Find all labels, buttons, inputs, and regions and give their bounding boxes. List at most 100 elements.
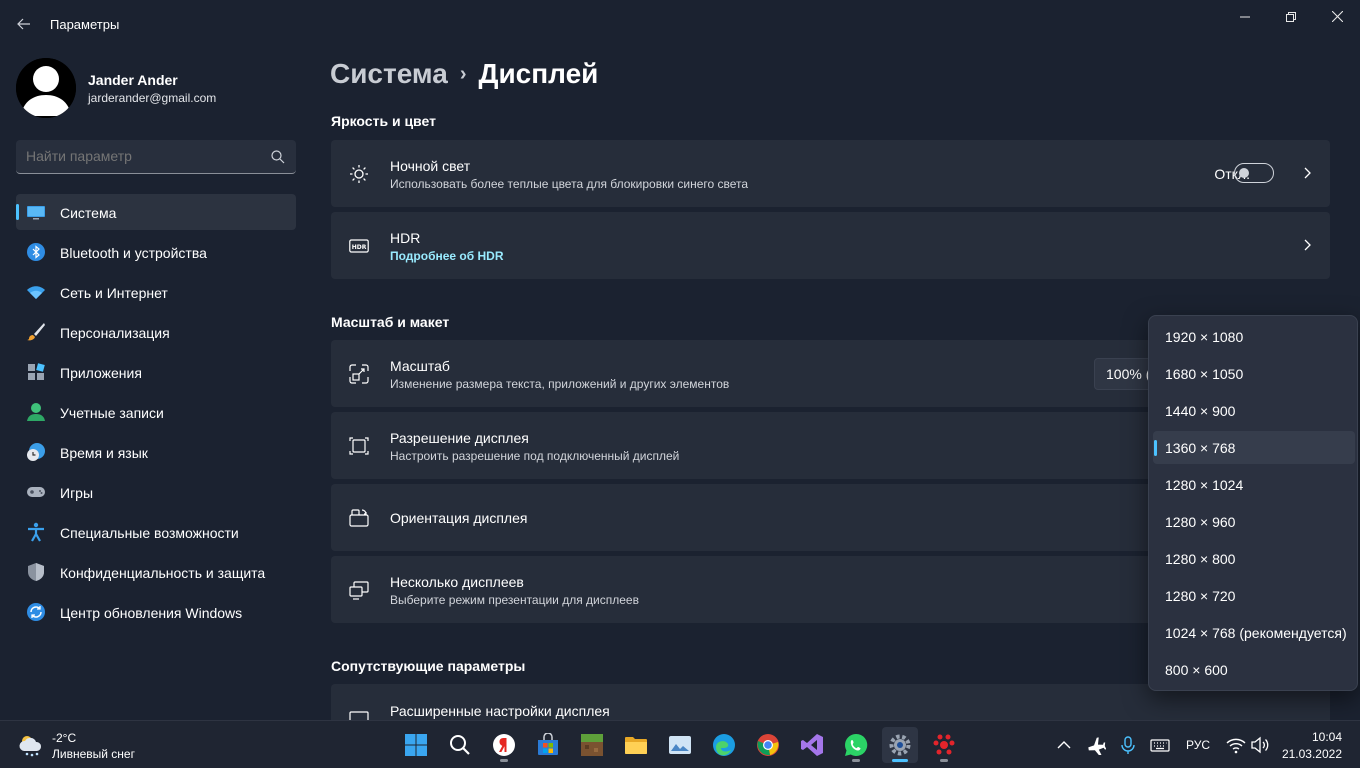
- sidebar-item-personalization[interactable]: Персонализация: [16, 314, 296, 350]
- sidebar-item-label: Время и язык: [60, 445, 148, 461]
- sidebar-item-accessibility[interactable]: Специальные возможности: [16, 514, 296, 550]
- orientation-icon: [349, 509, 369, 527]
- hdr-learn-more-link[interactable]: Подробнее об HDR: [390, 249, 504, 263]
- keyboard-icon[interactable]: [1150, 735, 1170, 755]
- microphone-icon[interactable]: [1118, 735, 1138, 755]
- scale-icon: [349, 364, 369, 384]
- maximize-button[interactable]: [1268, 4, 1314, 30]
- search-box[interactable]: [16, 140, 296, 174]
- taskbar-app-yandex[interactable]: [486, 727, 522, 763]
- resolution-option-label: 1680 × 1050: [1165, 366, 1244, 382]
- resolution-option[interactable]: 800 × 600: [1153, 653, 1355, 686]
- wifi-icon[interactable]: [1226, 735, 1246, 755]
- breadcrumb: Система › Дисплей: [330, 58, 598, 90]
- sidebar-item-network[interactable]: Сеть и Интернет: [16, 274, 296, 310]
- red-dots-app-icon: [933, 734, 955, 755]
- visual-studio-icon: [801, 734, 823, 756]
- close-button[interactable]: [1314, 4, 1360, 30]
- resolution-option[interactable]: 1680 × 1050: [1153, 357, 1355, 390]
- wifi-icon: [27, 286, 45, 299]
- resolution-option[interactable]: 1920 × 1080: [1153, 320, 1355, 353]
- sidebar-item-time-language[interactable]: Время и язык: [16, 434, 296, 470]
- taskbar: -2°C Ливневый снег РУС 10:04 21.03.2022: [0, 720, 1360, 768]
- taskbar-app-store[interactable]: [530, 727, 566, 763]
- sidebar-item-privacy[interactable]: Конфиденциальность и защита: [16, 554, 296, 590]
- resolution-option-label: 1280 × 800: [1165, 551, 1236, 567]
- multiple-displays-icon: [349, 581, 369, 600]
- resolution-option[interactable]: 1024 × 768 (рекомендуется): [1153, 616, 1355, 649]
- resolution-icon: [349, 437, 369, 455]
- night-light-subtitle: Использовать более теплые цвета для блок…: [390, 177, 749, 191]
- folder-icon: [625, 737, 647, 754]
- sidebar-item-apps[interactable]: Приложения: [16, 354, 296, 390]
- user-profile[interactable]: Jander Ander jarderander@gmail.com: [16, 58, 296, 118]
- sidebar-item-accounts[interactable]: Учетные записи: [16, 394, 296, 430]
- resolution-option-label: 1360 × 768: [1165, 440, 1236, 456]
- shield-icon: [28, 563, 44, 581]
- chevron-up-icon[interactable]: [1054, 735, 1074, 755]
- microsoft-store-icon: [538, 733, 558, 755]
- monitor-icon: [27, 206, 45, 220]
- edge-icon: [713, 734, 735, 756]
- minimize-button[interactable]: [1222, 4, 1268, 30]
- resolution-option-label: 1280 × 960: [1165, 514, 1236, 530]
- chevron-right-icon[interactable]: [1300, 238, 1314, 252]
- user-email: jarderander@gmail.com: [88, 91, 217, 105]
- taskbar-app-file-explorer[interactable]: [618, 727, 654, 763]
- restore-icon: [1286, 12, 1296, 22]
- sidebar-item-label: Система: [60, 205, 117, 221]
- taskbar-app-minecraft[interactable]: [574, 727, 610, 763]
- resolution-option-selected[interactable]: 1360 × 768: [1153, 431, 1355, 464]
- resolution-option[interactable]: 1280 × 800: [1153, 542, 1355, 575]
- taskbar-app-photos[interactable]: [662, 727, 698, 763]
- accessibility-icon: [28, 522, 44, 542]
- running-indicator: [852, 759, 860, 762]
- user-name: Jander Ander: [88, 72, 178, 88]
- section-title-brightness: Яркость и цвет: [331, 113, 436, 129]
- weather-description: Ливневый снег: [52, 747, 135, 761]
- taskbar-app-edge[interactable]: [706, 727, 742, 763]
- sidebar-item-bluetooth[interactable]: Bluetooth и устройства: [16, 234, 296, 270]
- volume-icon[interactable]: [1250, 735, 1270, 755]
- running-indicator: [500, 759, 508, 762]
- resolution-option[interactable]: 1280 × 720: [1153, 579, 1355, 612]
- app-title: Параметры: [50, 17, 120, 32]
- night-light-icon: [350, 165, 368, 183]
- night-light-toggle[interactable]: [1234, 163, 1274, 183]
- back-button[interactable]: [12, 10, 36, 38]
- resolution-option[interactable]: 1280 × 960: [1153, 505, 1355, 538]
- chevron-right-icon[interactable]: [1300, 166, 1314, 180]
- resolution-option[interactable]: 1280 × 1024: [1153, 468, 1355, 501]
- search-icon[interactable]: [270, 149, 286, 165]
- input-language[interactable]: РУС: [1186, 738, 1210, 752]
- resolution-option[interactable]: 1440 × 900: [1153, 394, 1355, 427]
- taskbar-app-chrome[interactable]: [750, 727, 786, 763]
- airplane-icon[interactable]: [1086, 735, 1106, 755]
- resolution-option-label: 800 × 600: [1165, 662, 1228, 678]
- hdr-card[interactable]: HDR HDR Подробнее об HDR: [331, 212, 1330, 279]
- avatar-person-icon: [16, 58, 76, 118]
- start-button[interactable]: [398, 727, 434, 763]
- sidebar-item-system[interactable]: Система: [16, 194, 296, 230]
- resolution-option-label: 1920 × 1080: [1165, 329, 1244, 345]
- minimize-icon: [1240, 16, 1250, 18]
- close-icon: [1331, 10, 1343, 23]
- hdr-title: HDR: [390, 230, 421, 246]
- taskbar-app-visual-studio[interactable]: [794, 727, 830, 763]
- night-light-card[interactable]: Ночной свет Использовать более теплые цв…: [331, 140, 1330, 207]
- apps-icon: [28, 363, 45, 380]
- sidebar-item-windows-update[interactable]: Центр обновления Windows: [16, 594, 296, 630]
- globe-clock-icon: [27, 443, 45, 461]
- weather-temperature: -2°C: [52, 731, 77, 745]
- taskbar-app-settings[interactable]: [882, 727, 918, 763]
- taskbar-app-whatsapp[interactable]: [838, 727, 874, 763]
- search-input[interactable]: [26, 148, 256, 164]
- taskbar-app-redapp[interactable]: [926, 727, 962, 763]
- sidebar-item-gaming[interactable]: Игры: [16, 474, 296, 510]
- taskbar-search-button[interactable]: [442, 727, 478, 763]
- clock-time: 10:04: [1311, 730, 1342, 744]
- breadcrumb-parent[interactable]: Система: [330, 58, 448, 89]
- minecraft-icon: [581, 734, 603, 756]
- sidebar-item-label: Специальные возможности: [60, 525, 239, 541]
- toggle-knob: [1239, 168, 1249, 178]
